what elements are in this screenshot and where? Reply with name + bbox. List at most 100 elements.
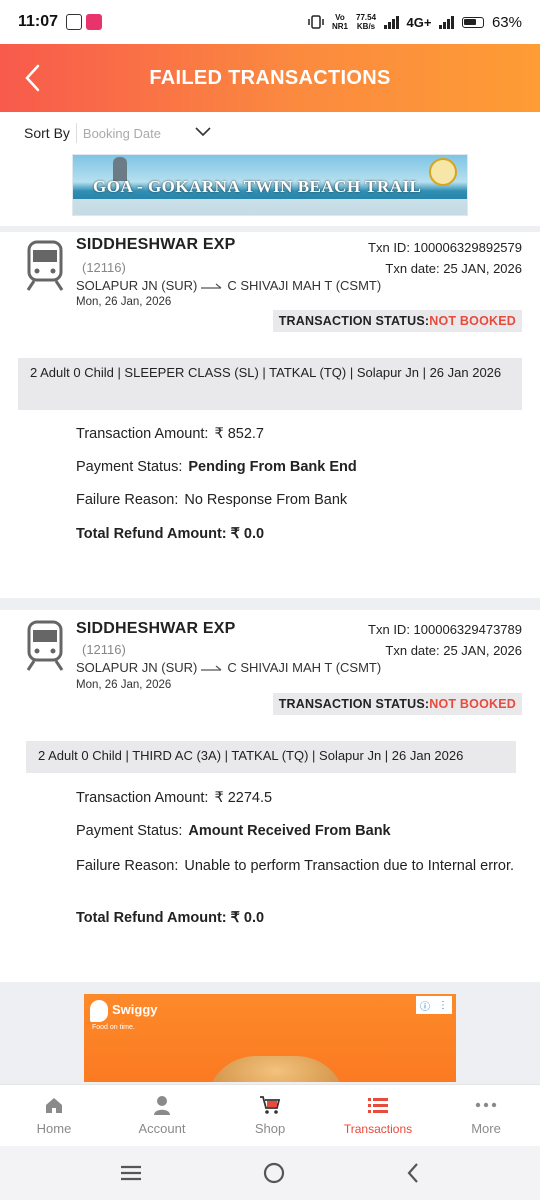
net-speed: 77.54 KB/s — [356, 13, 376, 31]
shop-cart-icon — [260, 1096, 281, 1114]
nav-home[interactable]: Home — [0, 1085, 108, 1146]
failure-value: Unable to perform Transaction due to Int… — [184, 858, 515, 874]
route-to: C SHIVAJI MAH T (CSMT) — [227, 660, 382, 675]
irctc-seal-logo — [429, 158, 457, 186]
txn-id: Txn ID: 100006329473789 — [368, 622, 522, 637]
transaction-card[interactable]: SIDDHESHWAR EXP (12116) SOLAPUR JN (SUR)… — [0, 232, 540, 598]
more-dots-icon — [475, 1102, 497, 1108]
txn-date: Txn date: 25 JAN, 2026 — [385, 643, 522, 658]
ad-tagline: Food on time. — [92, 1024, 135, 1031]
status-badge: TRANSACTION STATUS:NOT BOOKED — [272, 693, 522, 715]
failure-value: No Response From Bank — [184, 492, 348, 508]
recent-apps-icon[interactable] — [119, 1164, 143, 1182]
journey-date: Mon, 26 Jan, 2026 — [76, 296, 172, 308]
payment-label: Payment Status: — [76, 823, 183, 839]
system-nav-bar — [0, 1146, 540, 1200]
gallery-notification-icon — [66, 14, 83, 30]
food-image — [206, 1056, 346, 1082]
sort-row: Sort By Booking Date — [0, 112, 540, 154]
account-icon — [154, 1096, 170, 1115]
nav-account[interactable]: Account — [108, 1085, 216, 1146]
swiggy-logo-icon — [90, 1000, 108, 1022]
transactions-list-icon — [368, 1097, 388, 1113]
app-header: FAILED TRANSACTIONS — [0, 44, 540, 112]
back-arrow-icon — [25, 64, 40, 92]
home-icon — [46, 1098, 62, 1113]
sort-dropdown[interactable]: Booking Date — [75, 123, 212, 143]
journey-date: Mon, 26 Jan, 2026 — [76, 679, 172, 691]
status-value: NOT BOOKED — [429, 314, 516, 328]
ad-info-icon[interactable]: ⓘ — [420, 998, 430, 1013]
transaction-card[interactable]: SIDDHESHWAR EXP (12116) SOLAPUR JN (SUR)… — [0, 610, 540, 982]
net-speed-unit: KB/s — [356, 22, 376, 31]
nav-transactions[interactable]: Transactions — [324, 1085, 432, 1146]
train-number: (12116) — [82, 260, 126, 275]
ad-brand: Swiggy — [112, 1002, 158, 1017]
route: SOLAPUR JN (SUR) C SHIVAJI MAH T (CSMT) — [76, 660, 381, 675]
payment-label: Payment Status: — [76, 459, 183, 475]
sort-value: Booking Date — [82, 125, 161, 141]
nav-shop[interactable]: Shop — [216, 1085, 324, 1146]
amount-row: Transaction Amount: ₹ 852.7 — [76, 426, 264, 442]
amount-value: ₹ 852.7 — [214, 426, 264, 442]
banner-title: GOA - GOKARNA TWIN BEACH TRAIL — [93, 177, 422, 196]
train-name: SIDDHESHWAR EXP — [76, 620, 236, 637]
failure-label: Failure Reason: — [76, 492, 179, 508]
bottom-nav: Home Account Shop Transactions More — [0, 1084, 540, 1146]
nav-home-label: Home — [36, 1121, 72, 1136]
divider — [0, 598, 540, 610]
nr-label: NR1 — [331, 22, 348, 31]
swiggy-ad[interactable]: Swiggy Food on time. ⓘ ⋮ — [84, 994, 456, 1082]
volte-indicator: Vo NR1 — [332, 13, 348, 31]
payment-value: Amount Received From Bank — [188, 823, 391, 839]
status-label: TRANSACTION STATUS: — [278, 697, 430, 711]
ad-choices[interactable]: ⓘ ⋮ — [416, 996, 452, 1014]
banner-footer — [73, 199, 467, 215]
arrow-right-icon — [201, 283, 222, 289]
train-icon — [26, 620, 64, 671]
home-circle-icon[interactable] — [262, 1161, 286, 1185]
payment-status-row: Payment Status: Amount Received From Ban… — [76, 823, 391, 839]
app-notification-icon — [86, 14, 103, 30]
volte-label: Vo — [335, 13, 345, 22]
ad-menu-icon[interactable]: ⋮ — [438, 1000, 448, 1011]
refund-amount: Total Refund Amount: ₹ 0.0 — [76, 526, 265, 542]
booking-info: 2 Adult 0 Child | SLEEPER CLASS (SL) | T… — [18, 358, 522, 410]
nav-transactions-label: Transactions — [343, 1121, 413, 1136]
route: SOLAPUR JN (SUR) C SHIVAJI MAH T (CSMT) — [76, 278, 381, 293]
back-button[interactable] — [14, 60, 50, 96]
amount-row: Transaction Amount: ₹ 2274.5 — [76, 790, 272, 806]
vibrate-icon — [308, 15, 324, 29]
txn-date: Txn date: 25 JAN, 2026 — [385, 261, 522, 276]
nav-account-label: Account — [138, 1121, 186, 1136]
status-badge: TRANSACTION STATUS:NOT BOOKED — [272, 310, 522, 332]
nav-shop-label: Shop — [254, 1121, 286, 1136]
battery-percent: 63% — [491, 13, 522, 31]
net-speed-value: 77.54 — [356, 13, 377, 22]
refund-amount: Total Refund Amount: ₹ 0.0 — [76, 910, 265, 926]
amount-label: Transaction Amount: — [76, 790, 209, 806]
route-from: SOLAPUR JN (SUR) — [76, 660, 198, 675]
route-to: C SHIVAJI MAH T (CSMT) — [227, 278, 382, 293]
failure-reason-row: Failure Reason: Unable to perform Transa… — [76, 856, 526, 877]
arrow-right-icon — [201, 665, 222, 671]
signal-icon-2 — [439, 15, 454, 29]
train-icon — [26, 240, 64, 291]
status-time: 11:07 — [18, 13, 59, 30]
signal-icon — [384, 15, 399, 29]
train-name: SIDDHESHWAR EXP — [76, 236, 236, 253]
status-value: NOT BOOKED — [429, 697, 516, 711]
amount-value: ₹ 2274.5 — [214, 790, 273, 806]
failure-label: Failure Reason: — [76, 858, 179, 874]
payment-status-row: Payment Status: Pending From Bank End — [76, 459, 357, 475]
page-title: FAILED TRANSACTIONS — [149, 66, 391, 89]
promo-banner[interactable]: GOA - GOKARNA TWIN BEACH TRAIL — [72, 154, 468, 216]
route-from: SOLAPUR JN (SUR) — [76, 278, 198, 293]
nav-more[interactable]: More — [432, 1085, 540, 1146]
train-number: (12116) — [82, 642, 126, 657]
system-back-icon[interactable] — [405, 1162, 421, 1184]
txn-id: Txn ID: 100006329892579 — [368, 240, 522, 255]
chevron-down-icon — [195, 127, 211, 137]
sort-label: Sort By — [24, 125, 70, 141]
status-bar: 11:07 Vo NR1 77.54 KB/s 4G+ 63% — [0, 0, 540, 44]
